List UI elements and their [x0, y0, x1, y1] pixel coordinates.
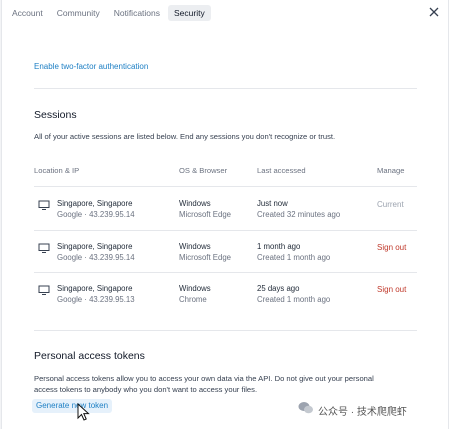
session-last-accessed: Just now	[257, 199, 288, 208]
session-created: Created 1 month ago	[257, 253, 331, 262]
tab-community[interactable]: Community	[51, 5, 106, 21]
divider	[34, 330, 417, 331]
column-header-location: Location & IP	[34, 166, 80, 175]
column-header-last-accessed: Last accessed	[257, 166, 306, 175]
session-browser: Chrome	[179, 295, 207, 304]
tokens-description-line1: Personal access tokens allow you to acce…	[34, 374, 374, 383]
monitor-icon	[38, 241, 50, 253]
tab-account[interactable]: Account	[6, 5, 49, 21]
column-header-os: OS & Browser	[179, 166, 228, 175]
session-os: Windows	[179, 199, 211, 208]
tokens-description-line2: access tokens to anybody who you don't w…	[34, 385, 258, 394]
monitor-icon	[38, 283, 50, 295]
sessions-title: Sessions	[34, 109, 77, 121]
settings-tabs: Account Community Notifications Security	[6, 4, 213, 22]
session-ip: Google · 43.239.95.14	[57, 210, 135, 219]
current-session-label: Current	[377, 200, 404, 209]
session-location: Singapore, Singapore	[57, 199, 133, 208]
mouse-cursor-icon	[77, 402, 91, 421]
session-os: Windows	[179, 242, 211, 251]
session-location: Singapore, Singapore	[57, 284, 133, 293]
monitor-icon	[38, 198, 50, 210]
session-created: Created 32 minutes ago	[257, 210, 341, 219]
sign-out-button[interactable]: Sign out	[377, 243, 406, 252]
watermark-text: 公众号 · 技术爬爬虾	[318, 406, 407, 418]
session-created: Created 1 month ago	[257, 295, 331, 304]
session-last-accessed: 1 month ago	[257, 242, 301, 251]
column-header-manage: Manage	[377, 166, 405, 175]
session-ip: Google · 43.239.95.13	[57, 295, 135, 304]
session-row: Singapore, Singapore Google · 43.239.95.…	[34, 231, 417, 273]
session-last-accessed: 25 days ago	[257, 284, 300, 293]
wechat-logo-icon	[298, 401, 314, 420]
divider	[34, 88, 417, 89]
enable-2fa-link[interactable]: Enable two-factor authentication	[34, 62, 148, 71]
session-row: Singapore, Singapore Google · 43.239.95.…	[34, 188, 417, 230]
tab-security[interactable]: Security	[168, 5, 211, 21]
generate-token-button[interactable]: Generate new token	[32, 399, 113, 413]
session-os: Windows	[179, 284, 211, 293]
sessions-description: All of your active sessions are listed b…	[34, 132, 336, 141]
settings-dialog: Account Community Notifications Security…	[1, 0, 449, 429]
divider	[34, 186, 417, 187]
sign-out-button[interactable]: Sign out	[377, 285, 406, 294]
session-browser: Microsoft Edge	[179, 210, 232, 219]
session-ip: Google · 43.239.95.14	[57, 253, 135, 262]
session-browser: Microsoft Edge	[179, 253, 232, 262]
tab-notifications[interactable]: Notifications	[108, 5, 166, 21]
watermark: 公众号 · 技术爬爬虾	[298, 401, 407, 420]
close-icon[interactable]	[428, 6, 440, 18]
session-row: Singapore, Singapore Google · 43.239.95.…	[34, 273, 417, 315]
session-location: Singapore, Singapore	[57, 242, 133, 251]
tokens-title: Personal access tokens	[34, 350, 145, 362]
